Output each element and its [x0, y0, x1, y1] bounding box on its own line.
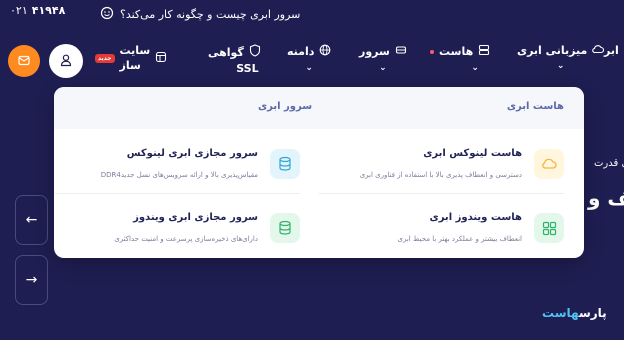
phone-contact[interactable]: ۰۲۱ ۴۱۹۴۸ — [10, 4, 65, 17]
database-icon — [270, 149, 300, 179]
server-stack-icon — [478, 44, 490, 59]
dropdown-item-title: سرور مجازی ابری لینوکس — [126, 148, 258, 159]
user-account-button[interactable] — [49, 44, 83, 78]
dropdown-item-desc: مقیاس‌پذیری بالا و ارائه سرویس‌های نسل ج… — [100, 171, 258, 179]
phone-number: ۴۱۹۴۸ — [31, 4, 66, 17]
topbar-notice-link[interactable]: سرور ابری چیست و چگونه کار می‌کند؟ — [100, 6, 300, 23]
chevron-down-icon: ⌄ — [379, 63, 387, 73]
dropdown-divider — [319, 193, 564, 194]
cloud-outline-icon — [534, 149, 564, 179]
nav-sublabel: ساز — [119, 59, 141, 72]
grid-apps-icon — [534, 213, 564, 243]
dropdown-header: هاست ابری سرور ابری — [54, 87, 584, 129]
cloud-hosting-dropdown: هاست ابری سرور ابری هاست لینوکس ابری دست… — [54, 87, 584, 258]
top-bar: ۰۲۱ ۴۱۹۴۸ سرور ابری چیست و چگونه کار می‌… — [0, 0, 624, 30]
arrow-left-icon: ← — [25, 212, 38, 228]
nav-item-cloud-edge[interactable]: ابر — [604, 44, 624, 57]
cloud-icon — [592, 44, 605, 57]
database-icon — [270, 213, 300, 243]
dropdown-item-title: هاست لینوکس ابری — [423, 148, 522, 159]
dropdown-item-title: سرور مجازی ابری ویندوز — [133, 212, 258, 223]
dropdown-item-title: هاست ویندوز ابری — [429, 212, 522, 223]
nav-item-domain[interactable]: دامنه ⌄ — [287, 44, 331, 73]
arrow-right-icon: → — [25, 272, 38, 288]
dropdown-item-windows-vps[interactable]: سرور مجازی ابری ویندوز دارای‌های ذخیره‌س… — [55, 207, 300, 265]
hero-title: یف و — [588, 186, 624, 210]
drive-icon — [395, 44, 407, 59]
nav-sublabel: SSL — [236, 62, 259, 75]
brand-logo[interactable]: پارسهاست — [542, 306, 607, 320]
nav-label: دامنه — [287, 45, 315, 58]
chevron-down-icon: ⌄ — [305, 63, 313, 73]
cart-icon — [17, 52, 31, 71]
dropdown-col-title-server: سرور ابری — [258, 101, 313, 112]
nav-label: ابر — [604, 44, 619, 57]
nav-label: هاست — [439, 45, 474, 58]
nav-label: میزبانی ابری — [517, 44, 588, 57]
slider-next-button[interactable]: → — [15, 255, 48, 305]
site-builder-icon — [155, 51, 167, 66]
dropdown-item-desc: انعطاف بیشتر و عملکرد بهتر با محیط ابری — [397, 235, 522, 243]
topbar-notice-text: سرور ابری چیست و چگونه کار می‌کند؟ — [120, 8, 301, 21]
shield-icon — [249, 44, 261, 60]
main-nav: ابر میزبانی ابری ⌄ هاست ⌄ سرور ⌄ دامنه ⌄… — [0, 36, 624, 86]
dropdown-item-desc: دسترسی و انعطاف پذیری بالا با استفاده از… — [359, 171, 522, 179]
new-indicator-dot — [430, 49, 434, 54]
dropdown-item-desc: دارای‌های ذخیره‌سازی پرسرعت و امنیت حداک… — [114, 235, 258, 243]
chevron-down-icon: ⌄ — [556, 61, 565, 71]
cart-button[interactable] — [8, 45, 40, 77]
dropdown-item-windows-host[interactable]: هاست ویندوز ابری انعطاف بیشتر و عملکرد ب… — [319, 207, 564, 265]
chevron-down-icon: ⌄ — [471, 63, 479, 73]
slider-prev-button[interactable]: ← — [15, 195, 48, 245]
dropdown-col-title-host: هاست ابری — [506, 101, 564, 112]
logo-text-accent: هاست — [542, 306, 579, 320]
hero-subtitle: برای قدرت — [594, 158, 624, 169]
nav-label: سرور — [359, 45, 390, 58]
nav-item-cloud-hosting[interactable]: میزبانی ابری ⌄ — [517, 44, 605, 71]
phone-prefix: ۰۲۱ — [10, 4, 28, 17]
smile-icon — [100, 6, 114, 23]
logo-text-main: پارس — [578, 306, 607, 320]
new-badge: جدید — [95, 53, 115, 63]
nav-item-host[interactable]: هاست ⌄ — [430, 44, 490, 73]
nav-label: گواهی — [208, 45, 244, 59]
nav-item-server[interactable]: سرور ⌄ — [359, 44, 407, 73]
nav-label: سایت — [119, 44, 151, 57]
dropdown-divider — [55, 193, 300, 194]
globe-icon — [319, 44, 331, 59]
nav-item-site-builder[interactable]: سایت ساز جدید — [95, 44, 167, 72]
nav-item-ssl[interactable]: گواهی SSL — [208, 44, 261, 75]
user-icon — [59, 52, 73, 71]
